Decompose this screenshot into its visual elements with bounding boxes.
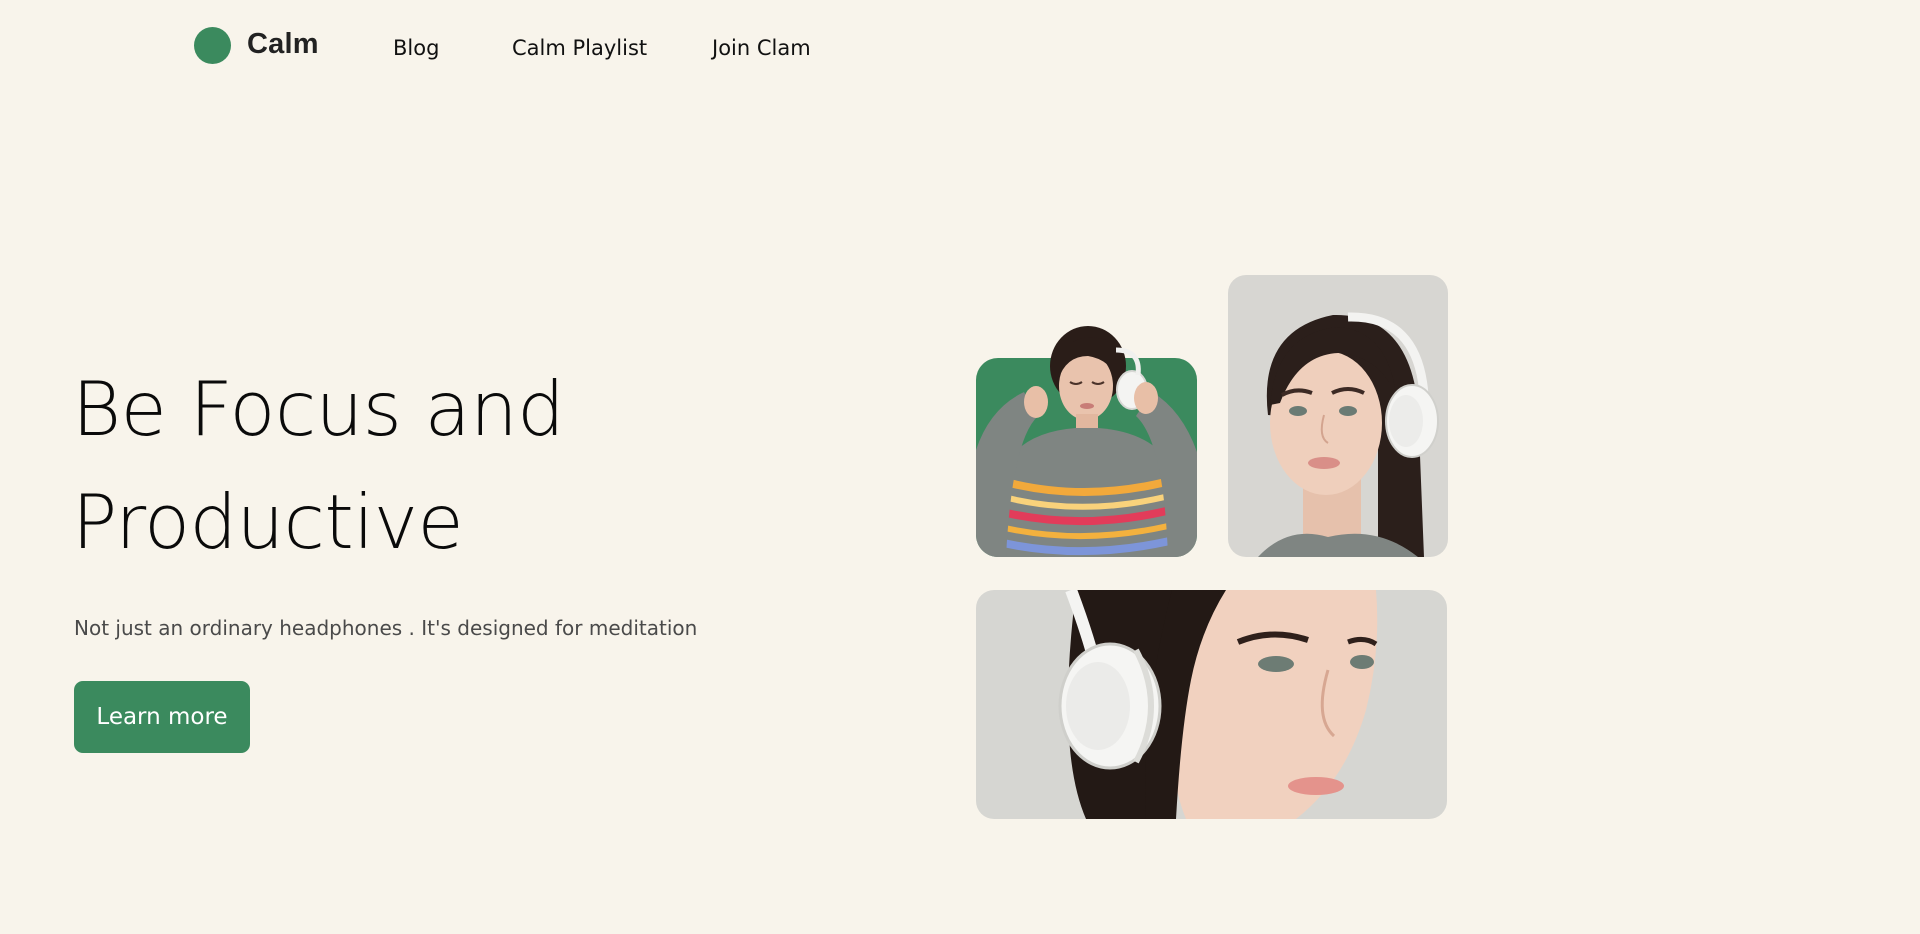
photo-woman-green-card [976,320,1197,557]
nav-link-calm-playlist[interactable]: Calm Playlist [512,36,647,60]
photo-woman-closeup [976,590,1447,819]
hero-title-line-2: Productive [72,478,464,566]
hero-title: Be Focus and Productive [72,353,565,579]
nav-link-blog[interactable]: Blog [393,36,439,60]
nav-link-join[interactable]: Join Clam [712,36,811,60]
learn-more-button[interactable]: Learn more [74,681,250,753]
photo-woman-portrait [1228,275,1448,557]
brand-name[interactable]: Calm [247,28,319,61]
hero-subtitle: Not just an ordinary headphones . It's d… [74,616,698,640]
hero-title-line-1: Be Focus and [72,365,565,453]
logo-icon[interactable] [194,27,231,64]
